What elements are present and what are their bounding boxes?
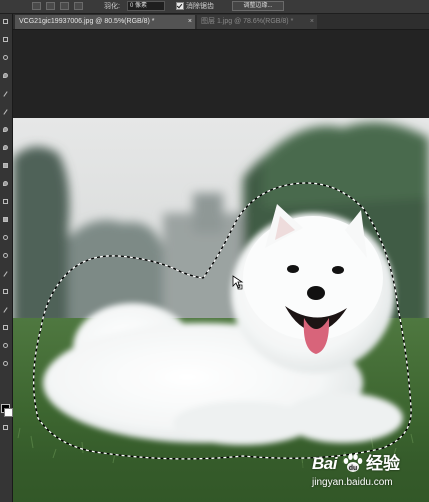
antialias-label: 消除锯齿 (186, 3, 214, 10)
gradient-tool-icon[interactable] (2, 216, 10, 224)
baidu-paw-icon: du (343, 454, 363, 472)
options-bar: 羽化: 0 像素 消除锯齿 调整边缘... (0, 0, 429, 14)
quick-mask-icon[interactable] (2, 424, 10, 432)
hand-tool-icon[interactable] (2, 342, 10, 350)
shape-tool-icon[interactable] (2, 324, 10, 332)
feather-label: 羽化: (104, 3, 120, 10)
lasso-tool-icon[interactable] (2, 54, 10, 62)
tab-label: 图层 1.jpg @ 78.6%(RGB/8) * (201, 18, 294, 25)
history-brush-tool-icon[interactable] (2, 180, 10, 188)
watermark-bai-text: Bai (312, 454, 337, 473)
document-canvas[interactable]: Bai du 经验 jingyan.baidu.com (13, 30, 429, 502)
pen-tool-icon[interactable] (2, 270, 10, 278)
close-icon[interactable]: × (188, 15, 192, 29)
crop-tool-icon[interactable] (2, 90, 10, 98)
antialias-checkbox[interactable] (176, 2, 184, 10)
type-tool-icon[interactable] (2, 288, 10, 296)
quick-select-tool-icon[interactable] (2, 72, 10, 80)
feather-input[interactable]: 0 像素 (127, 1, 165, 11)
eraser-tool-icon[interactable] (2, 198, 10, 206)
tab-document-1[interactable]: VCG21gic19937006.jpg @ 80.5%(RGB/8) * × (15, 15, 195, 29)
watermark-jingyan-text: 经验 (366, 454, 400, 473)
add-to-selection-icon[interactable] (46, 2, 55, 10)
path-select-tool-icon[interactable] (2, 306, 10, 314)
close-icon[interactable]: × (310, 15, 314, 29)
refine-edge-button[interactable]: 调整边缘... (232, 1, 284, 11)
new-selection-icon[interactable] (32, 2, 41, 10)
intersect-selection-icon[interactable] (74, 2, 83, 10)
watermark-logo-row: Bai du 经验 (310, 451, 428, 475)
document-tab-bar: VCG21gic19937006.jpg @ 80.5%(RGB/8) * × … (13, 14, 429, 30)
eyedropper-tool-icon[interactable] (2, 108, 10, 116)
photo-image (13, 118, 429, 502)
dodge-tool-icon[interactable] (2, 252, 10, 260)
tab-label: VCG21gic19937006.jpg @ 80.5%(RGB/8) * (19, 18, 155, 25)
brush-tool-icon[interactable] (2, 144, 10, 152)
background-color-swatch[interactable] (4, 408, 13, 417)
blur-tool-icon[interactable] (2, 234, 10, 242)
watermark-url: jingyan.baidu.com (312, 477, 393, 488)
photoshop-window: 羽化: 0 像素 消除锯齿 调整边缘... VCG21gic19937006.j… (0, 0, 429, 502)
clone-stamp-tool-icon[interactable] (2, 162, 10, 170)
move-tool-icon[interactable] (2, 18, 10, 26)
svg-text:du: du (349, 465, 358, 472)
healing-brush-tool-icon[interactable] (2, 126, 10, 134)
tab-document-2[interactable]: 图层 1.jpg @ 78.6%(RGB/8) * × (197, 15, 317, 29)
tools-panel (0, 14, 13, 502)
subtract-from-selection-icon[interactable] (60, 2, 69, 10)
marquee-tool-icon[interactable] (2, 36, 10, 44)
zoom-tool-icon[interactable] (2, 360, 10, 368)
baidu-jingyan-watermark: Bai du 经验 jingyan.baidu.com (310, 451, 428, 501)
